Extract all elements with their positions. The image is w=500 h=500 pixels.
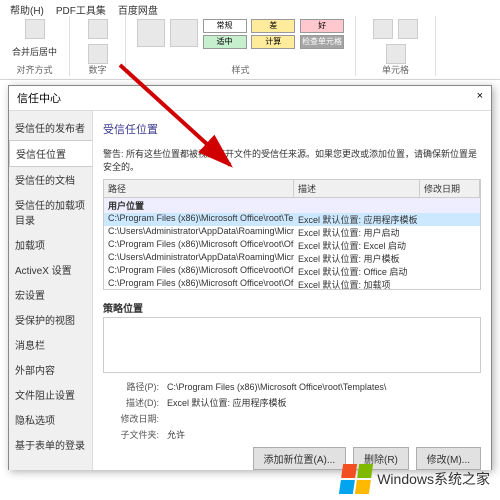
format-icon[interactable]: [386, 44, 406, 64]
list-header: 路径 描述 修改日期: [103, 179, 481, 198]
number-icon[interactable]: [88, 19, 108, 39]
sidebar-item-messagebar[interactable]: 消息栏: [9, 332, 92, 357]
close-icon[interactable]: ×: [477, 90, 483, 106]
sidebar-item-formlogin[interactable]: 基于表单的登录: [9, 432, 92, 457]
style-neutral[interactable]: 适中: [203, 35, 247, 49]
sidebar-item-fileblock[interactable]: 文件阻止设置: [9, 382, 92, 407]
style-normal[interactable]: 常规: [203, 19, 247, 33]
trust-center-dialog: 信任中心 × 受信任的发布者 受信任位置 受信任的文档 受信任的加载项目录 加载…: [8, 85, 492, 470]
windows-logo-icon: [339, 464, 373, 494]
list-item[interactable]: C:\Program Files (x86)\Microsoft Office\…: [104, 278, 480, 290]
location-list[interactable]: 用户位置 C:\Program Files (x86)\Microsoft Of…: [103, 198, 481, 290]
list-item[interactable]: C:\Users\Administrator\AppData\Roaming\M…: [104, 252, 480, 265]
sidebar-item-privacy[interactable]: 隐私选项: [9, 407, 92, 432]
sidebar-item-external[interactable]: 外部内容: [9, 357, 92, 382]
detail-panel: 路径(P):C:\Program Files (x86)\Microsoft O…: [103, 379, 481, 443]
style-check[interactable]: 检查单元格: [300, 35, 344, 49]
col-desc[interactable]: 描述: [294, 180, 420, 197]
sidebar-item-trusted-locations[interactable]: 受信任位置: [9, 140, 92, 167]
tab-pdf[interactable]: PDF工具集: [56, 2, 106, 17]
add-location-button[interactable]: 添加新位置(A)...: [253, 447, 347, 470]
delete-icon[interactable]: [398, 19, 418, 39]
col-date[interactable]: 修改日期: [420, 180, 480, 197]
sidebar-item-trusted-docs[interactable]: 受信任的文档: [9, 167, 92, 192]
merge-center-button[interactable]: 合并后居中: [10, 43, 59, 60]
group-number-label: 数字: [70, 63, 125, 76]
style-good[interactable]: 好: [300, 19, 344, 33]
sidebar-item-protected-view[interactable]: 受保护的视图: [9, 307, 92, 332]
watermark: Windows系统之家: [341, 464, 490, 494]
trust-center-main: 受信任位置 警告: 所有这些位置都被视为打开文件的受信任来源。如果您更改或添加位…: [93, 111, 491, 470]
ribbon: 帮助(H) PDF工具集 百度网盘 合并后居中 对齐方式 数字 常规 差 好 适…: [0, 0, 500, 80]
list-section-policy: 策略位置: [103, 300, 481, 315]
list-item[interactable]: C:\Program Files (x86)\Microsoft Office\…: [104, 239, 480, 252]
sidebar-item-macro[interactable]: 宏设置: [9, 282, 92, 307]
style-bad[interactable]: 差: [251, 19, 295, 33]
tab-baidu[interactable]: 百度网盘: [118, 2, 158, 17]
sidebar-item-publishers[interactable]: 受信任的发布者: [9, 115, 92, 140]
tab-help[interactable]: 帮助(H): [10, 2, 44, 17]
col-path[interactable]: 路径: [104, 180, 294, 197]
group-style-label: 样式: [126, 63, 355, 76]
list-item[interactable]: C:\Users\Administrator\AppData\Roaming\M…: [104, 226, 480, 239]
sidebar-item-catalogs[interactable]: 受信任的加载项目录: [9, 192, 92, 232]
list-item[interactable]: C:\Program Files (x86)\Microsoft Office\…: [104, 265, 480, 278]
detail-subfolder: 允许: [167, 430, 185, 440]
group-alignment-label: 对齐方式: [0, 63, 69, 76]
percent-icon[interactable]: [88, 44, 108, 64]
policy-list[interactable]: [103, 317, 481, 373]
section-heading: 受信任位置: [103, 121, 481, 137]
warning-text: 警告: 所有这些位置都被视为打开文件的受信任来源。如果您更改或添加位置，请确保新…: [103, 147, 481, 173]
sidebar-item-activex[interactable]: ActiveX 设置: [9, 257, 92, 282]
insert-icon[interactable]: [373, 19, 393, 39]
list-section-user: 用户位置: [104, 198, 480, 213]
detail-path: C:\Program Files (x86)\Microsoft Office\…: [167, 382, 386, 392]
detail-desc: Excel 默认位置: 应用程序模板: [167, 398, 287, 408]
dialog-title: 信任中心: [17, 90, 61, 106]
style-calc[interactable]: 计算: [251, 35, 295, 49]
sidebar-item-addins[interactable]: 加载项: [9, 232, 92, 257]
conditional-format-icon[interactable]: [137, 19, 165, 47]
table-format-icon[interactable]: [170, 19, 198, 47]
trust-center-sidebar: 受信任的发布者 受信任位置 受信任的文档 受信任的加载项目录 加载项 Activ…: [9, 111, 93, 470]
align-icon[interactable]: [25, 19, 45, 39]
list-item[interactable]: C:\Program Files (x86)\Microsoft Office\…: [104, 213, 480, 226]
group-cell-label: 单元格: [356, 63, 435, 76]
